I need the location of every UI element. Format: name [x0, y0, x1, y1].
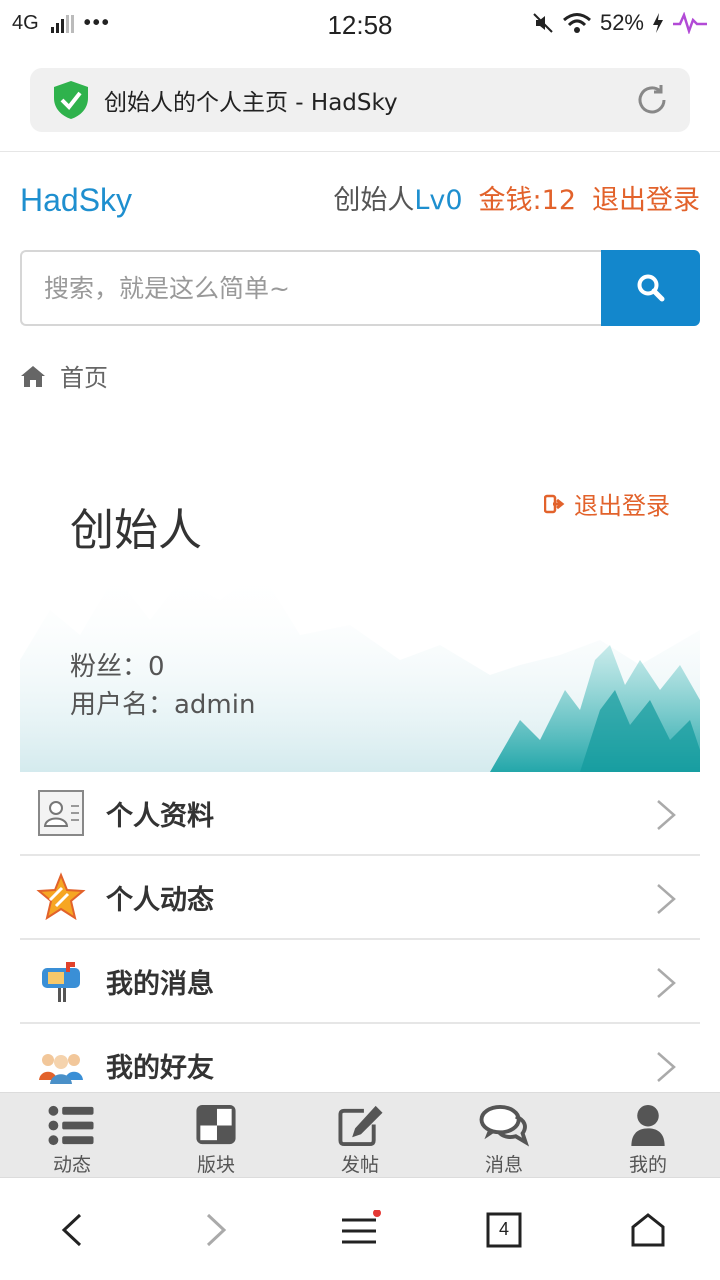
search-icon [637, 274, 664, 302]
shield-check-icon [54, 81, 88, 119]
profile-username: 用户名：admin [70, 690, 256, 720]
mailbox-icon [42, 962, 80, 1002]
profile-name: 创始人 [70, 505, 202, 556]
search-button[interactable] [601, 250, 700, 326]
money-link[interactable]: 金钱:12 [479, 178, 576, 217]
menu-button[interactable] [288, 1179, 432, 1280]
chevron-right-icon [657, 968, 676, 998]
username: 创始人 [333, 185, 415, 216]
site-logo[interactable]: HadSky [20, 182, 132, 219]
nav-label: 版块 [196, 1154, 235, 1176]
user-level: Lv0 [414, 185, 463, 216]
status-right: 52% [532, 10, 708, 36]
breadcrumb: 首页 [20, 358, 108, 393]
mute-icon [533, 13, 553, 33]
chevron-right-icon [657, 1052, 676, 1082]
list-icon [48, 1105, 94, 1146]
nav-label: 动态 [52, 1154, 91, 1176]
charging-icon [653, 13, 663, 33]
nav-item-me[interactable]: 我的 [576, 1093, 720, 1177]
nav-item-messages[interactable]: 消息 [432, 1093, 576, 1177]
profile-logout-button[interactable]: 退出登录 [544, 486, 670, 521]
profile-logout-label: 退出登录 [574, 492, 670, 520]
friends-icon [39, 1054, 83, 1084]
user-links: 创始人Lv0 金钱:12 退出登录 [333, 178, 700, 217]
home-button[interactable] [576, 1179, 720, 1280]
tab-count: 4 [498, 1219, 509, 1239]
divider [0, 151, 720, 152]
forward-button[interactable] [144, 1179, 288, 1280]
menu-label: 个人动态 [106, 884, 214, 916]
chevron-right-icon [206, 1213, 227, 1246]
menu-label: 我的消息 [106, 968, 214, 1000]
nav-item-feed[interactable]: 动态 [0, 1093, 144, 1177]
board-icon [196, 1104, 236, 1145]
tabs-button[interactable]: 4 [432, 1179, 576, 1280]
user-name-link[interactable]: 创始人Lv0 [333, 178, 462, 217]
refresh-icon[interactable] [634, 82, 670, 118]
browser-toolbar: 4 [0, 1179, 720, 1280]
search-bar [20, 250, 700, 326]
nav-label: 消息 [484, 1154, 523, 1176]
user-icon [631, 1104, 665, 1147]
profile-menu: 个人资料 个人动态 我的消息 我的好友 [20, 772, 700, 1108]
profile-card-icon [38, 790, 84, 836]
breadcrumb-home[interactable]: 首页 [60, 358, 108, 393]
star-icon [36, 872, 86, 921]
edit-icon [338, 1105, 383, 1147]
nav-item-boards[interactable]: 版块 [144, 1093, 288, 1177]
status-bar: 4G ••• 12:58 52% [0, 0, 720, 52]
menu-item-messages[interactable]: 我的消息 [20, 940, 700, 1024]
nav-label: 发帖 [340, 1154, 379, 1176]
logout-link[interactable]: 退出登录 [592, 178, 700, 217]
home-icon[interactable] [20, 364, 46, 388]
app-bottom-nav: 动态 版块 发帖 消息 我的 [0, 1092, 720, 1178]
nav-label: 我的 [628, 1154, 667, 1176]
profile-card: 创始人 退出登录 粉丝：0 用户名：admin [20, 460, 700, 772]
home-outline-icon [631, 1212, 665, 1246]
wifi-icon [562, 13, 591, 33]
page-title: 创始人的个人主页 - HadSky [104, 90, 398, 116]
chevron-right-icon [657, 800, 676, 830]
menu-item-profile[interactable]: 个人资料 [20, 772, 700, 856]
menu-label: 我的好友 [106, 1052, 214, 1084]
menu-item-activity[interactable]: 个人动态 [20, 856, 700, 940]
back-button[interactable] [0, 1179, 144, 1280]
battery-level: 52% [599, 10, 644, 35]
search-input[interactable] [20, 250, 601, 326]
chat-icon [479, 1104, 530, 1147]
chevron-right-icon [657, 884, 676, 914]
chevron-left-icon [61, 1213, 82, 1246]
nav-item-post[interactable]: 发帖 [288, 1093, 432, 1177]
hamburger-icon [342, 1209, 381, 1243]
activity-icon [673, 12, 707, 34]
fans-count: 粉丝：0 [70, 652, 165, 682]
menu-label: 个人资料 [106, 800, 214, 832]
sign-out-icon [544, 494, 565, 513]
address-bar[interactable]: 创始人的个人主页 - HadSky [30, 68, 690, 132]
